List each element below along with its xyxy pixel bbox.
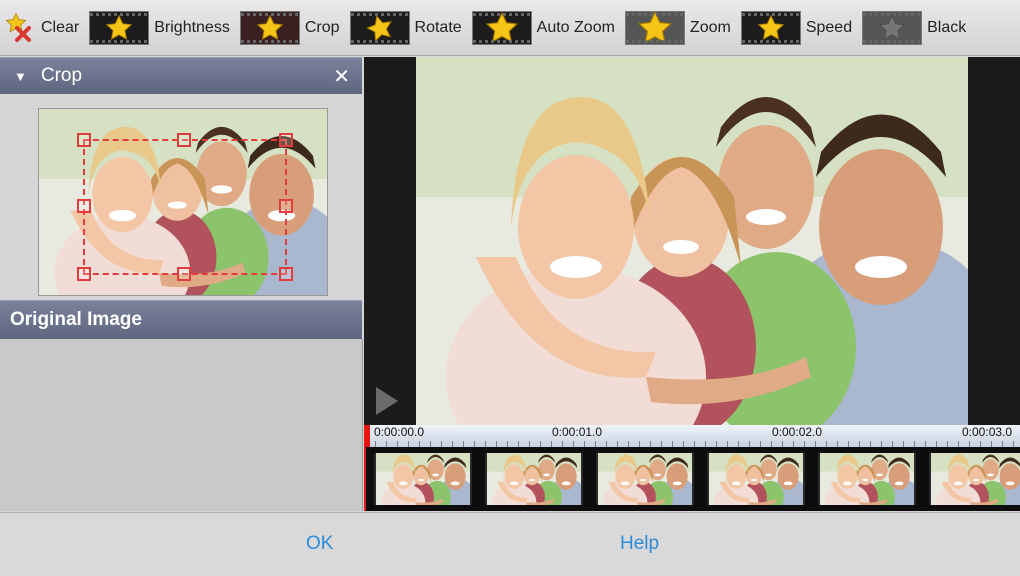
crop-handle-top-left[interactable]: [77, 133, 91, 147]
timecode-label: 0:00:01.0: [552, 425, 603, 439]
triangle-down-icon[interactable]: ▼: [14, 69, 27, 84]
crop-handle-bottom-left[interactable]: [77, 267, 91, 281]
tool-brightness-label: Brightness: [154, 18, 230, 36]
clear-star-icon: [2, 12, 36, 44]
footer-bar: OK Help: [0, 512, 1020, 576]
tool-crop[interactable]: Crop: [239, 0, 340, 55]
tool-speed-label: Speed: [805, 18, 853, 36]
original-image-title: Original Image: [10, 309, 142, 330]
auto-zoom-star-icon: [471, 10, 532, 45]
tool-black-label: Black: [927, 18, 967, 36]
tool-rotate[interactable]: Rotate: [349, 0, 462, 55]
preview-photo: [416, 57, 968, 425]
tool-clear[interactable]: Clear: [2, 0, 79, 55]
filmstrip[interactable]: [364, 447, 1020, 511]
crop-preview-image: [38, 108, 328, 296]
tool-rotate-label: Rotate: [414, 18, 462, 36]
original-image-header[interactable]: Original Image: [0, 300, 362, 340]
timecode-label: 0:00:03.0: [962, 425, 1013, 439]
filmstrip-frame: [596, 453, 694, 505]
tool-black[interactable]: Black: [862, 0, 966, 55]
filmstrip-frame: [707, 453, 805, 505]
black-star-icon: [862, 10, 923, 45]
zoom-star-icon: [624, 10, 685, 45]
tool-crop-label: Crop: [304, 18, 340, 36]
video-preview: [364, 57, 1020, 425]
filmstrip-frame: [929, 453, 1020, 505]
tool-brightness[interactable]: Brightness: [89, 0, 230, 55]
filmstrip-frame: [485, 453, 583, 505]
timecode-label: 0:00:00.0: [374, 425, 425, 439]
tool-zoom-label: Zoom: [689, 18, 731, 36]
brightness-star-icon: [89, 10, 150, 45]
crop-handle-top[interactable]: [177, 133, 191, 147]
crop-handle-bottom-right[interactable]: [279, 267, 293, 281]
timeline-ruler[interactable]: 0:00:00.0 0:00:01.0 0:00:02.0 0:00:03.0: [364, 425, 1020, 448]
tool-auto-zoom-label: Auto Zoom: [536, 18, 615, 36]
original-image-panel: [0, 339, 363, 511]
help-button[interactable]: Help: [620, 533, 659, 555]
filmstrip-frame: [818, 453, 916, 505]
crop-preview-area: [0, 94, 362, 300]
tool-auto-zoom[interactable]: Auto Zoom: [471, 0, 615, 55]
crop-handle-bottom[interactable]: [177, 267, 191, 281]
crop-star-icon: [239, 10, 300, 45]
crop-handle-left[interactable]: [77, 199, 91, 213]
crop-panel-title: Crop: [40, 65, 83, 86]
playhead-line: [364, 447, 366, 511]
crop-handle-right[interactable]: [279, 199, 293, 213]
filmstrip-frame: [374, 453, 472, 505]
tool-speed[interactable]: Speed: [740, 0, 853, 55]
ok-button[interactable]: OK: [306, 533, 333, 555]
play-icon[interactable]: [376, 387, 398, 415]
speed-star-icon: [740, 10, 801, 45]
tool-zoom[interactable]: Zoom: [624, 0, 731, 55]
rotate-star-icon: [349, 10, 410, 45]
crop-selection-frame[interactable]: [77, 133, 293, 281]
effects-toolbar: Clear Brightness Crop Rotate Auto Zoom Z…: [0, 0, 1020, 56]
close-icon[interactable]: ✕: [333, 64, 350, 89]
tool-clear-label: Clear: [41, 18, 80, 36]
crop-panel-header[interactable]: ▼ Crop ✕: [0, 57, 362, 95]
timecode-label: 0:00:02.0: [772, 425, 823, 439]
crop-handle-top-right[interactable]: [279, 133, 293, 147]
playhead[interactable]: [364, 425, 370, 447]
